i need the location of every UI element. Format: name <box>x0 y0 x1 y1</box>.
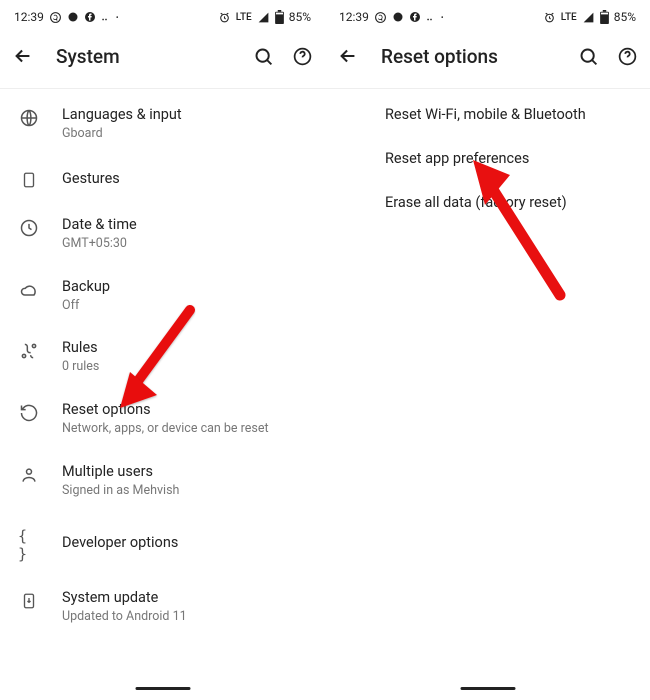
facebook-icon <box>409 11 421 23</box>
help-icon[interactable] <box>292 46 313 67</box>
row-multiple-users[interactable]: Multiple users Signed in as Mehvish <box>0 450 325 512</box>
battery-percent: 85% <box>614 10 636 24</box>
battery-icon <box>600 10 609 24</box>
dot-icon: • <box>441 13 444 22</box>
row-sub: Gboard <box>62 126 307 142</box>
search-icon[interactable] <box>253 46 274 67</box>
reset-icon <box>19 403 39 423</box>
rules-icon <box>19 341 39 361</box>
messenger-icon <box>67 11 79 23</box>
cloud-icon <box>18 280 40 300</box>
code-icon: { } <box>18 527 40 563</box>
app-bar: System <box>0 28 325 84</box>
row-label: System update <box>62 589 307 607</box>
row-date-time[interactable]: Date & time GMT+05:30 <box>0 203 325 265</box>
row-backup[interactable]: Backup Off <box>0 265 325 327</box>
row-rules[interactable]: Rules 0 rules <box>0 326 325 388</box>
alarm-icon <box>218 11 231 24</box>
row-sub: Updated to Android 11 <box>62 609 307 625</box>
battery-icon <box>275 10 284 24</box>
row-gestures[interactable]: Gestures <box>0 155 325 203</box>
row-label: Rules <box>62 339 307 357</box>
whatsapp-icon <box>49 11 62 24</box>
network-lte: LTE <box>561 12 577 23</box>
row-sub: 0 rules <box>62 359 307 375</box>
status-time: 12:39 <box>339 10 369 24</box>
user-icon <box>19 465 39 485</box>
help-icon[interactable] <box>617 46 638 67</box>
row-label: Gestures <box>62 170 307 188</box>
more-icon <box>426 12 436 22</box>
row-reset-wifi[interactable]: Reset Wi-Fi, mobile & Bluetooth <box>325 93 650 137</box>
app-bar: Reset options <box>325 28 650 84</box>
reset-list: Reset Wi-Fi, mobile & Bluetooth Reset ap… <box>325 89 650 229</box>
row-developer-options[interactable]: { } Developer options <box>0 512 325 576</box>
messenger-icon <box>392 11 404 23</box>
row-label: Languages & input <box>62 106 307 124</box>
row-sub: GMT+05:30 <box>62 236 307 252</box>
row-label: Reset app preferences <box>385 150 632 168</box>
update-icon <box>20 591 38 611</box>
back-icon[interactable] <box>12 45 34 67</box>
row-label: Multiple users <box>62 463 307 481</box>
row-reset-app-prefs[interactable]: Reset app preferences <box>325 137 650 181</box>
row-sub: Network, apps, or device can be reset <box>62 421 307 437</box>
signal-icon <box>582 11 595 24</box>
status-left: 12:39 • <box>14 10 119 24</box>
row-system-update[interactable]: System update Updated to Android 11 <box>0 576 325 638</box>
whatsapp-icon <box>374 11 387 24</box>
clock-icon <box>19 218 39 238</box>
page-title: System <box>56 45 231 68</box>
signal-icon <box>257 11 270 24</box>
dot-icon: • <box>116 13 119 22</box>
back-icon[interactable] <box>337 45 359 67</box>
app-bar-actions <box>578 46 638 67</box>
nav-pill[interactable] <box>135 687 190 691</box>
row-languages[interactable]: Languages & input Gboard <box>0 93 325 155</box>
globe-icon <box>19 108 39 128</box>
network-lte: LTE <box>236 12 252 23</box>
status-bar: 12:39 • LTE <box>325 0 650 28</box>
app-bar-actions <box>253 46 313 67</box>
nav-pill[interactable] <box>460 687 515 691</box>
row-label: Reset Wi-Fi, mobile & Bluetooth <box>385 106 632 124</box>
facebook-icon <box>84 11 96 23</box>
row-label: Reset options <box>62 401 307 419</box>
status-left: 12:39 • <box>339 10 444 24</box>
row-sub: Signed in as Mehvish <box>62 483 307 499</box>
search-icon[interactable] <box>578 46 599 67</box>
reset-options-screen: 12:39 • LTE <box>325 0 650 700</box>
more-icon <box>101 12 111 22</box>
page-title: Reset options <box>381 45 556 68</box>
settings-list: Languages & input Gboard Gestures Date &… <box>0 89 325 641</box>
status-right: LTE 85% <box>543 10 636 24</box>
row-label: Developer options <box>62 534 307 552</box>
alarm-icon <box>543 11 556 24</box>
row-sub: Off <box>62 298 307 314</box>
battery-percent: 85% <box>289 10 311 24</box>
row-label: Erase all data (factory reset) <box>385 194 632 212</box>
row-reset-options[interactable]: Reset options Network, apps, or device c… <box>0 388 325 450</box>
gesture-icon <box>20 170 38 190</box>
row-erase-all[interactable]: Erase all data (factory reset) <box>325 181 650 225</box>
row-label: Date & time <box>62 216 307 234</box>
status-time: 12:39 <box>14 10 44 24</box>
system-settings-screen: 12:39 • LTE <box>0 0 325 700</box>
status-right: LTE 85% <box>218 10 311 24</box>
row-label: Backup <box>62 278 307 296</box>
status-bar: 12:39 • LTE <box>0 0 325 28</box>
